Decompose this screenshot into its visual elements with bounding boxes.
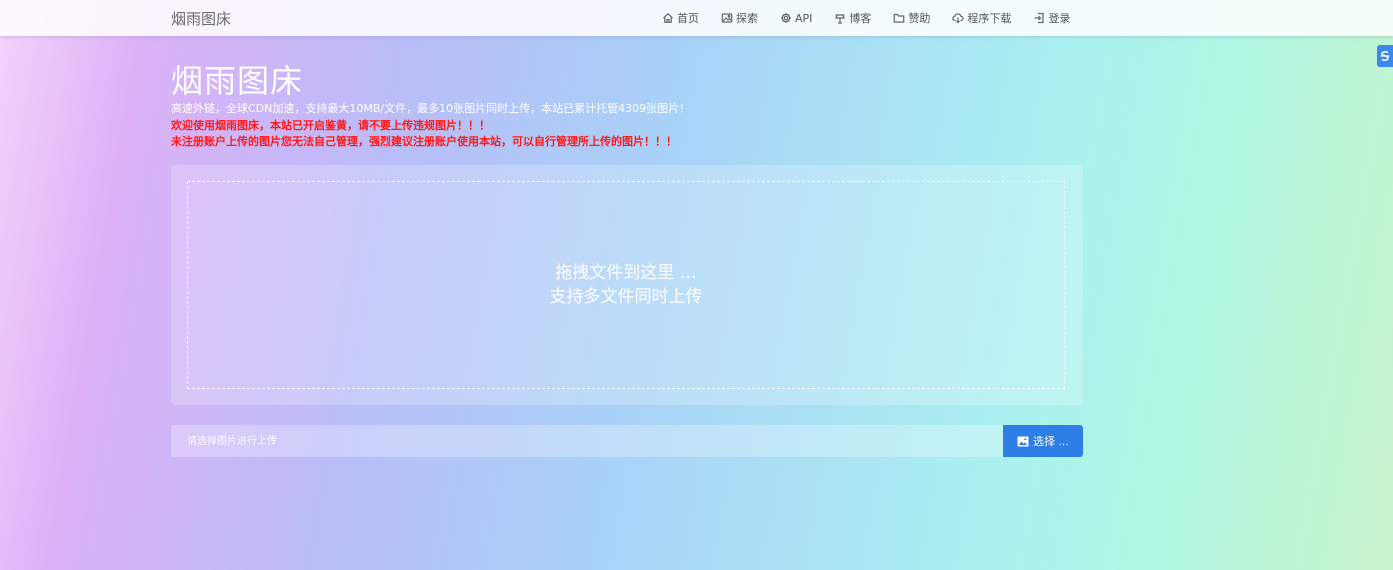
nav-item-label: API xyxy=(795,11,813,25)
gear-icon xyxy=(781,13,791,23)
nav-item-api[interactable]: API xyxy=(780,12,812,25)
select-button-label: 选择 … xyxy=(1032,436,1070,448)
nav-item-label: 博客 xyxy=(849,12,872,25)
file-path-input[interactable] xyxy=(171,425,1003,457)
drop-zone-subtext: 支持多文件同时上传 xyxy=(549,287,703,307)
blog-icon xyxy=(835,14,846,24)
nav-item-label: 登录 xyxy=(1048,12,1071,25)
page-title: 烟雨图床 xyxy=(171,62,304,100)
picture-icon xyxy=(1017,436,1029,446)
login-icon xyxy=(1034,12,1045,24)
brand-logo-text[interactable]: 烟雨图床 xyxy=(171,8,231,29)
cloud-download-icon xyxy=(952,13,964,24)
side-widget-button[interactable] xyxy=(1377,45,1393,67)
upload-panel: 拖拽文件到这里 … 支持多文件同时上传 xyxy=(171,165,1083,405)
nav-menu: 首页 探索 API 博客 赞助 程序下载 登录 xyxy=(662,0,1070,36)
content-warning-notice: 欢迎使用烟雨图床，本站已开启鉴黄，请不要上传违规图片！！！ xyxy=(171,119,490,132)
home-icon xyxy=(663,12,673,23)
file-select-row: 选择 … xyxy=(171,425,1083,457)
nav-item-label: 赞助 xyxy=(908,12,931,25)
nav-item-home[interactable]: 首页 xyxy=(662,10,699,26)
s-logo-icon xyxy=(1380,51,1390,61)
nav-item-login[interactable]: 登录 xyxy=(1033,10,1070,26)
image-icon xyxy=(721,13,733,23)
nav-item-label: 首页 xyxy=(677,12,699,25)
folder-icon xyxy=(894,13,905,23)
register-recommendation-notice: 未注册账户上传的图片您无法自己管理，强烈建议注册账户使用本站，可以自行管理所上传… xyxy=(171,135,677,148)
nav-item-sponsor[interactable]: 赞助 xyxy=(893,10,930,26)
select-file-button[interactable]: 选择 … xyxy=(1003,425,1083,457)
site-description: 高速外链，全球CDN加速，支持最大10MB/文件，最多10张图片同时上传，本站已… xyxy=(171,102,691,115)
nav-item-explore[interactable]: 探索 xyxy=(721,10,758,26)
nav-item-blog[interactable]: 博客 xyxy=(834,10,871,26)
nav-item-download[interactable]: 程序下载 xyxy=(952,10,1011,26)
nav-item-label: 探索 xyxy=(736,12,758,25)
nav-item-label: 程序下载 xyxy=(967,12,1012,25)
navbar: 烟雨图床 首页 探索 API 博客 赞助 程序下载 登录 xyxy=(0,0,1393,36)
drop-zone-instruction: 拖拽文件到这里 … xyxy=(555,263,697,283)
file-drop-zone[interactable]: 拖拽文件到这里 … 支持多文件同时上传 xyxy=(187,181,1065,389)
